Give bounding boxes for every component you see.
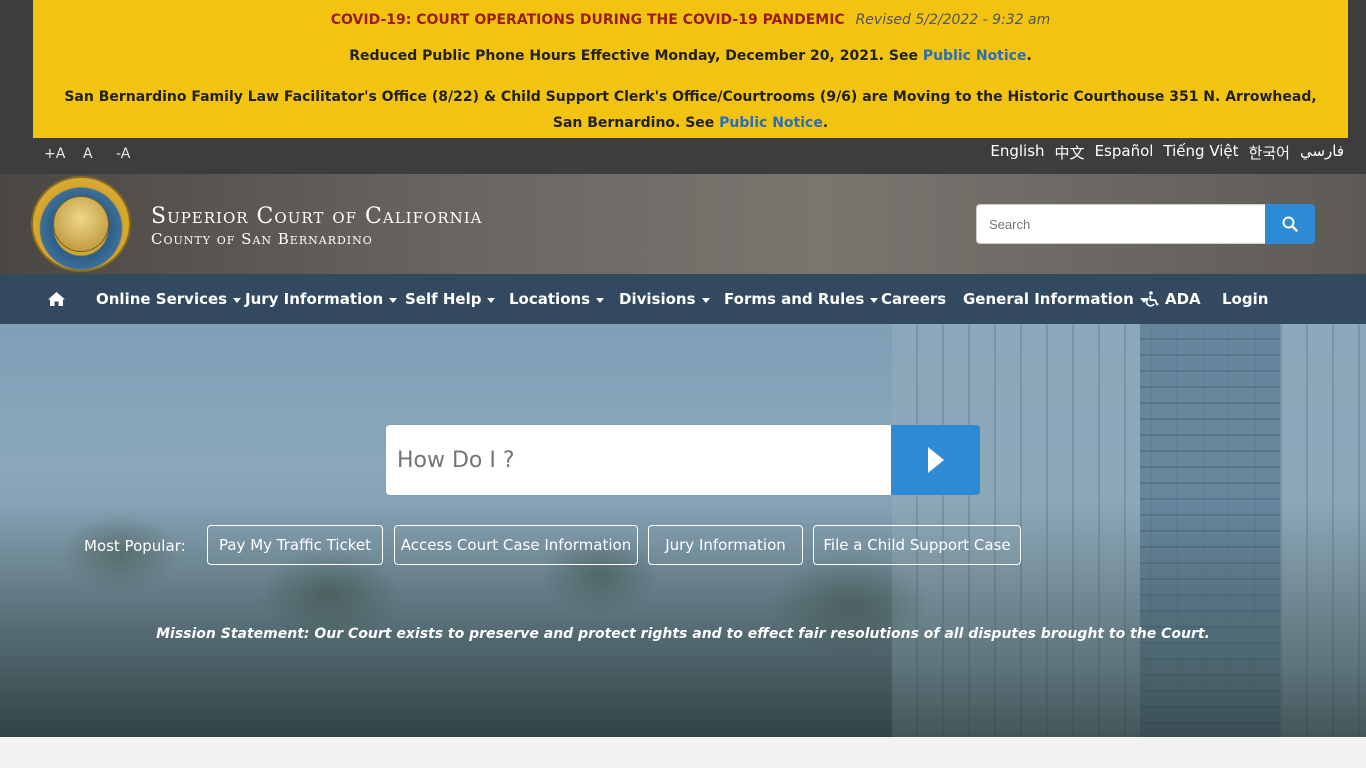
nav-forms-and-rules[interactable]: Forms and Rules [724, 274, 879, 324]
site-header: Superior Court of California County of S… [0, 174, 1366, 274]
utility-bar: +A A -A English 中文 Español Tiếng Việt 한국… [0, 138, 1366, 174]
lang-farsi[interactable]: فارسي [1300, 142, 1344, 163]
jury-information-button[interactable]: Jury Information [648, 525, 803, 565]
phone-hours-notice: Reduced Public Phone Hours Effective Mon… [349, 48, 1032, 64]
court-subtitle: County of San Bernardino [151, 230, 373, 248]
phone-hours-text: Reduced Public Phone Hours Effective Mon… [349, 48, 918, 64]
chevron-down-icon [596, 297, 605, 303]
court-seal-logo[interactable] [31, 176, 131, 272]
search-input[interactable] [976, 204, 1266, 244]
court-title[interactable]: Superior Court of California [151, 204, 483, 229]
nav-login[interactable]: Login [1222, 274, 1268, 324]
nav-ada[interactable]: ADA [1145, 274, 1201, 324]
alert-banner: COVID-19: COURT OPERATIONS DURING THE CO… [33, 0, 1348, 138]
move-notice-text: San Bernardino Family Law Facilitator's … [64, 89, 1317, 131]
search-icon [1282, 216, 1298, 232]
revised-date: Revised 5/2/2022 - 9:32 am [855, 12, 1051, 28]
nav-jury-information[interactable]: Jury Information [245, 274, 398, 324]
pay-traffic-ticket-button[interactable]: Pay My Traffic Ticket [207, 525, 383, 565]
file-child-support-button[interactable]: File a Child Support Case [813, 525, 1021, 565]
nav-general-information[interactable]: General Information [963, 274, 1148, 324]
chevron-down-icon [487, 297, 496, 303]
home-icon [48, 292, 65, 306]
lang-chinese[interactable]: 中文 [1055, 142, 1085, 163]
most-popular-label: Most Popular: [84, 537, 186, 555]
main-nav: Online Services Jury Information Self He… [0, 274, 1366, 324]
public-notice-link-1[interactable]: Public Notice [923, 48, 1027, 64]
chevron-down-icon [701, 297, 710, 303]
wheelchair-icon [1145, 291, 1159, 307]
nav-self-help[interactable]: Self Help [405, 274, 496, 324]
font-decrease-button[interactable]: -A [116, 146, 130, 162]
alert-banner-wrapper: COVID-19: COURT OPERATIONS DURING THE CO… [0, 0, 1366, 138]
move-notice: San Bernardino Family Law Facilitator's … [64, 89, 1317, 131]
chevron-down-icon [389, 297, 398, 303]
mission-statement: Mission Statement: Our Court exists to p… [156, 626, 1210, 642]
chevron-down-icon [870, 297, 879, 303]
page-content-start [0, 737, 1366, 768]
how-do-i-submit-button[interactable] [891, 425, 980, 495]
hero-section: Most Popular: Pay My Traffic Ticket Acce… [0, 324, 1366, 737]
search-button[interactable] [1265, 204, 1315, 244]
nav-online-services[interactable]: Online Services [96, 274, 242, 324]
public-notice-link-2[interactable]: Public Notice [719, 115, 823, 131]
lang-korean[interactable]: 한국어 [1249, 142, 1290, 163]
nav-divisions[interactable]: Divisions [619, 274, 710, 324]
nav-home[interactable] [47, 274, 66, 324]
font-increase-button[interactable]: +A [44, 146, 65, 162]
chevron-down-icon [233, 297, 242, 303]
font-normal-button[interactable]: A [83, 146, 93, 162]
language-selector: English 中文 Español Tiếng Việt 한국어 فارسي [990, 142, 1344, 163]
how-do-i-input[interactable] [386, 425, 891, 495]
covid-notice: COVID-19: COURT OPERATIONS DURING THE CO… [33, 12, 1348, 28]
access-case-info-button[interactable]: Access Court Case Information [394, 525, 638, 565]
lang-english[interactable]: English [990, 142, 1044, 163]
lang-vietnamese[interactable]: Tiếng Việt [1163, 142, 1238, 163]
lang-spanish[interactable]: Español [1095, 142, 1154, 163]
nav-locations[interactable]: Locations [509, 274, 605, 324]
nav-careers[interactable]: Careers [881, 274, 946, 324]
covid-title-link[interactable]: COVID-19: COURT OPERATIONS DURING THE CO… [331, 12, 845, 28]
play-arrow-icon [927, 447, 944, 473]
